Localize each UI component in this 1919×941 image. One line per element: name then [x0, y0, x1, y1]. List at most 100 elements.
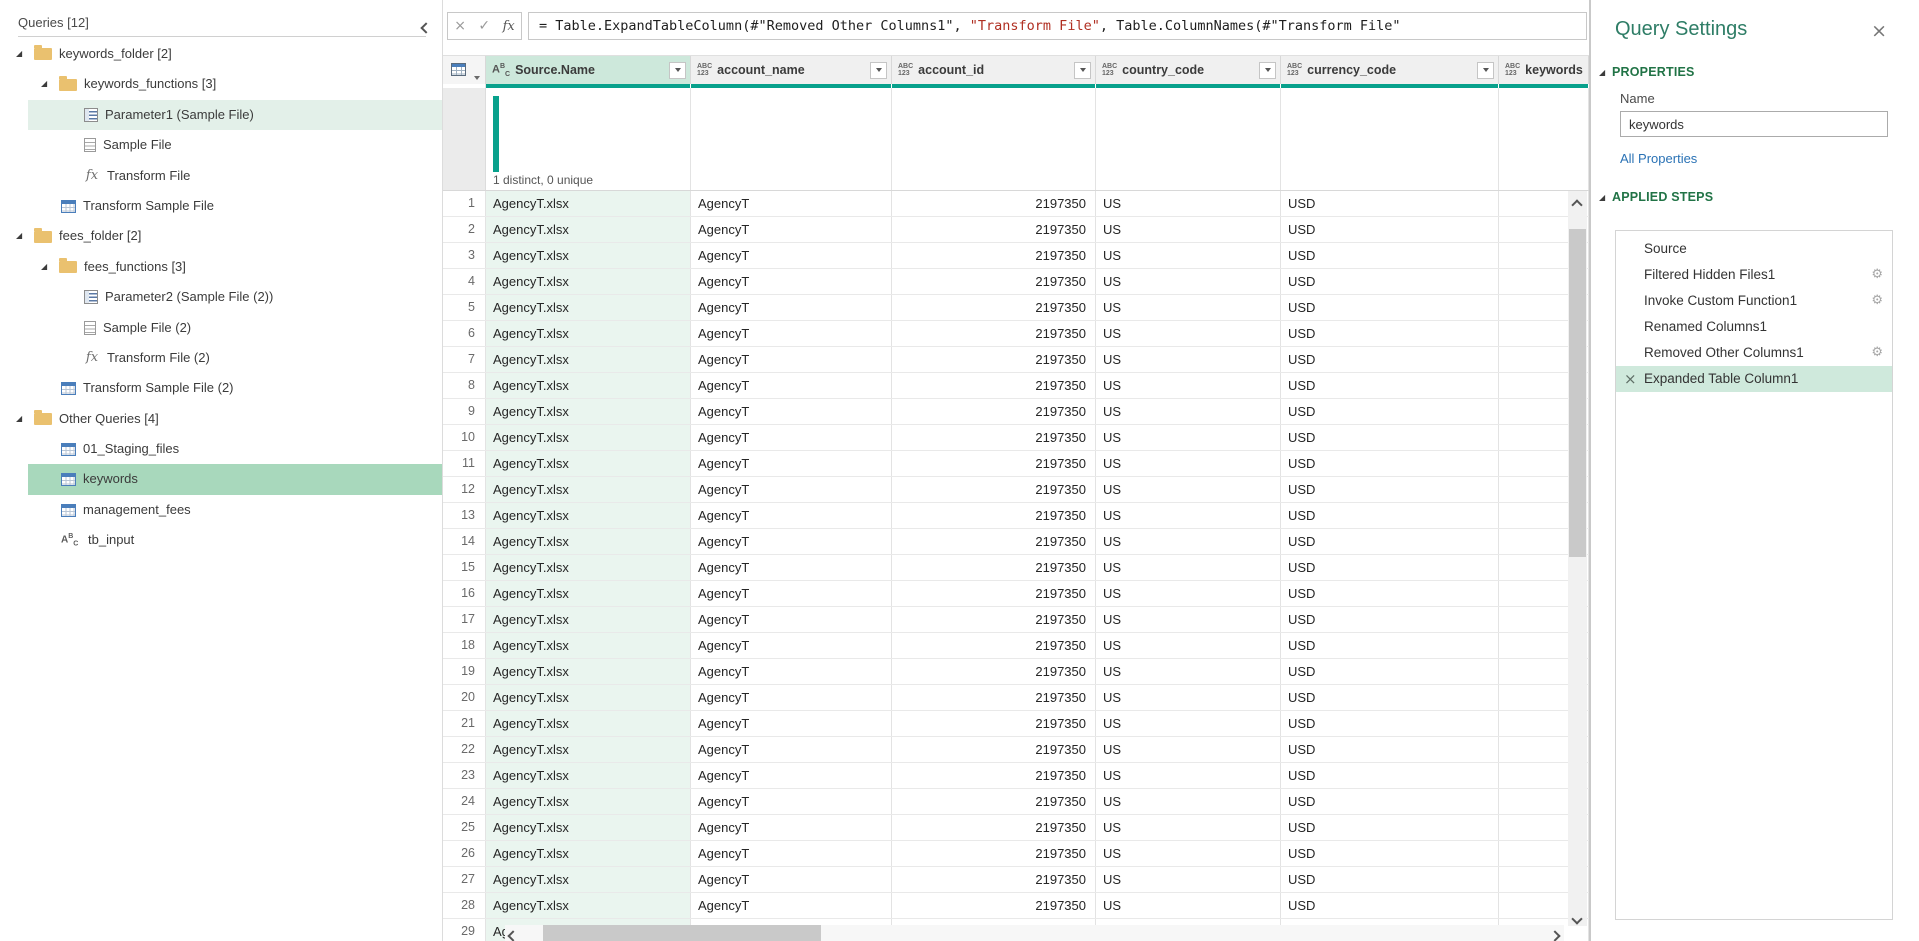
cell-currency-code[interactable]: USD: [1281, 321, 1499, 346]
row-number[interactable]: 9: [443, 399, 486, 424]
cell-currency-code[interactable]: USD: [1281, 217, 1499, 242]
cell-source-name[interactable]: AgencyT.xlsx: [486, 347, 691, 372]
properties-section-header[interactable]: ◢ PROPERTIES: [1591, 65, 1919, 79]
cell-source-name[interactable]: AgencyT.xlsx: [486, 815, 691, 840]
applied-step-source[interactable]: Source: [1616, 236, 1892, 262]
all-properties-link[interactable]: All Properties: [1620, 151, 1697, 166]
cell-account-id[interactable]: 2197350: [892, 555, 1096, 580]
row-number[interactable]: 28: [443, 893, 486, 918]
cell-currency-code[interactable]: USD: [1281, 607, 1499, 632]
cell-account-id[interactable]: 2197350: [892, 347, 1096, 372]
cell-country-code[interactable]: US: [1096, 425, 1281, 450]
row-number[interactable]: 11: [443, 451, 486, 476]
row-number[interactable]: 2: [443, 217, 486, 242]
cell-country-code[interactable]: US: [1096, 269, 1281, 294]
cell-country-code[interactable]: US: [1096, 347, 1281, 372]
cell-country-code[interactable]: US: [1096, 763, 1281, 788]
row-number[interactable]: 13: [443, 503, 486, 528]
row-number[interactable]: 7: [443, 347, 486, 372]
cell-account-id[interactable]: 2197350: [892, 737, 1096, 762]
row-number[interactable]: 26: [443, 841, 486, 866]
cell-country-code[interactable]: US: [1096, 867, 1281, 892]
sidebar-item-tb-input[interactable]: ABCtb_input: [0, 525, 442, 555]
cell-source-name[interactable]: AgencyT.xlsx: [486, 191, 691, 216]
column-header-account-name[interactable]: ABC123account_name: [691, 56, 892, 84]
sidebar-item-keywords[interactable]: keywords: [0, 464, 442, 494]
cell-source-name[interactable]: AgencyT.xlsx: [486, 633, 691, 658]
sidebar-item-parameter1-sample-file[interactable]: Parameter1 (Sample File): [0, 100, 442, 130]
cell-currency-code[interactable]: USD: [1281, 399, 1499, 424]
cell-country-code[interactable]: US: [1096, 711, 1281, 736]
cell-currency-code[interactable]: USD: [1281, 763, 1499, 788]
cell-account-name[interactable]: AgencyT: [691, 243, 892, 268]
close-icon[interactable]: ×: [1871, 22, 1887, 41]
cell-account-id[interactable]: 2197350: [892, 451, 1096, 476]
cell-country-code[interactable]: US: [1096, 737, 1281, 762]
query-name-input[interactable]: [1620, 111, 1888, 137]
cell-account-name[interactable]: AgencyT: [691, 711, 892, 736]
cell-currency-code[interactable]: USD: [1281, 711, 1499, 736]
row-number[interactable]: 15: [443, 555, 486, 580]
filter-dropdown-button[interactable]: [1477, 62, 1494, 79]
cell-account-id[interactable]: 2197350: [892, 711, 1096, 736]
cell-source-name[interactable]: AgencyT.xlsx: [486, 399, 691, 424]
sidebar-item-keywords-functions-3[interactable]: ◢keywords_functions [3]: [0, 69, 442, 99]
cell-country-code[interactable]: US: [1096, 581, 1281, 606]
cell-currency-code[interactable]: USD: [1281, 269, 1499, 294]
cell-account-name[interactable]: AgencyT: [691, 581, 892, 606]
row-number[interactable]: 4: [443, 269, 486, 294]
filter-dropdown-button[interactable]: [669, 62, 686, 79]
cell-account-name[interactable]: AgencyT: [691, 217, 892, 242]
row-number[interactable]: 6: [443, 321, 486, 346]
expand-collapse-icon[interactable]: ◢: [16, 404, 26, 434]
cell-source-name[interactable]: AgencyT.xlsx: [486, 477, 691, 502]
cell-account-id[interactable]: 2197350: [892, 373, 1096, 398]
accept-formula-button[interactable]: ✓: [478, 19, 490, 33]
cell-country-code[interactable]: US: [1096, 607, 1281, 632]
cancel-formula-button[interactable]: ×: [454, 19, 466, 33]
sidebar-item-transform-sample-file[interactable]: Transform Sample File: [0, 191, 442, 221]
cell-account-name[interactable]: AgencyT: [691, 659, 892, 684]
cell-source-name[interactable]: AgencyT.xlsx: [486, 503, 691, 528]
cell-source-name[interactable]: AgencyT.xlsx: [486, 217, 691, 242]
cell-account-name[interactable]: AgencyT: [691, 451, 892, 476]
cell-account-name[interactable]: AgencyT: [691, 685, 892, 710]
cell-country-code[interactable]: US: [1096, 633, 1281, 658]
cell-account-id[interactable]: 2197350: [892, 399, 1096, 424]
cell-currency-code[interactable]: USD: [1281, 737, 1499, 762]
cell-source-name[interactable]: AgencyT.xlsx: [486, 789, 691, 814]
cell-country-code[interactable]: US: [1096, 529, 1281, 554]
cell-country-code[interactable]: US: [1096, 191, 1281, 216]
cell-account-id[interactable]: 2197350: [892, 841, 1096, 866]
column-header-account-id[interactable]: ABC123account_id: [892, 56, 1096, 84]
cell-source-name[interactable]: AgencyT.xlsx: [486, 607, 691, 632]
row-number[interactable]: 17: [443, 607, 486, 632]
applied-step-renamed-columns1[interactable]: Renamed Columns1: [1616, 314, 1892, 340]
cell-country-code[interactable]: US: [1096, 243, 1281, 268]
cell-account-id[interactable]: 2197350: [892, 321, 1096, 346]
scroll-left-button[interactable]: [509, 928, 518, 937]
formula-input[interactable]: = Table.ExpandTableColumn(#"Removed Othe…: [528, 12, 1587, 40]
row-number[interactable]: 1: [443, 191, 486, 216]
expand-collapse-icon[interactable]: ◢: [41, 69, 51, 99]
cell-account-name[interactable]: AgencyT: [691, 347, 892, 372]
sidebar-item-transform-sample-file-2[interactable]: Transform Sample File (2): [0, 373, 442, 403]
cell-country-code[interactable]: US: [1096, 321, 1281, 346]
cell-country-code[interactable]: US: [1096, 373, 1281, 398]
cell-country-code[interactable]: US: [1096, 555, 1281, 580]
filter-dropdown-button[interactable]: [870, 62, 887, 79]
row-number[interactable]: 25: [443, 815, 486, 840]
scroll-down-button[interactable]: [1573, 911, 1582, 920]
horizontal-scrollbar-thumb[interactable]: [543, 925, 821, 941]
cell-source-name[interactable]: AgencyT.xlsx: [486, 737, 691, 762]
cell-account-name[interactable]: AgencyT: [691, 763, 892, 788]
cell-currency-code[interactable]: USD: [1281, 633, 1499, 658]
sidebar-item-keywords-folder-2[interactable]: ◢keywords_folder [2]: [0, 39, 442, 69]
select-all-button[interactable]: [443, 56, 486, 84]
column-header-source-name[interactable]: ABCSource.Name: [486, 56, 691, 84]
row-number[interactable]: 18: [443, 633, 486, 658]
cell-country-code[interactable]: US: [1096, 841, 1281, 866]
cell-account-id[interactable]: 2197350: [892, 581, 1096, 606]
cell-currency-code[interactable]: USD: [1281, 425, 1499, 450]
cell-account-id[interactable]: 2197350: [892, 295, 1096, 320]
